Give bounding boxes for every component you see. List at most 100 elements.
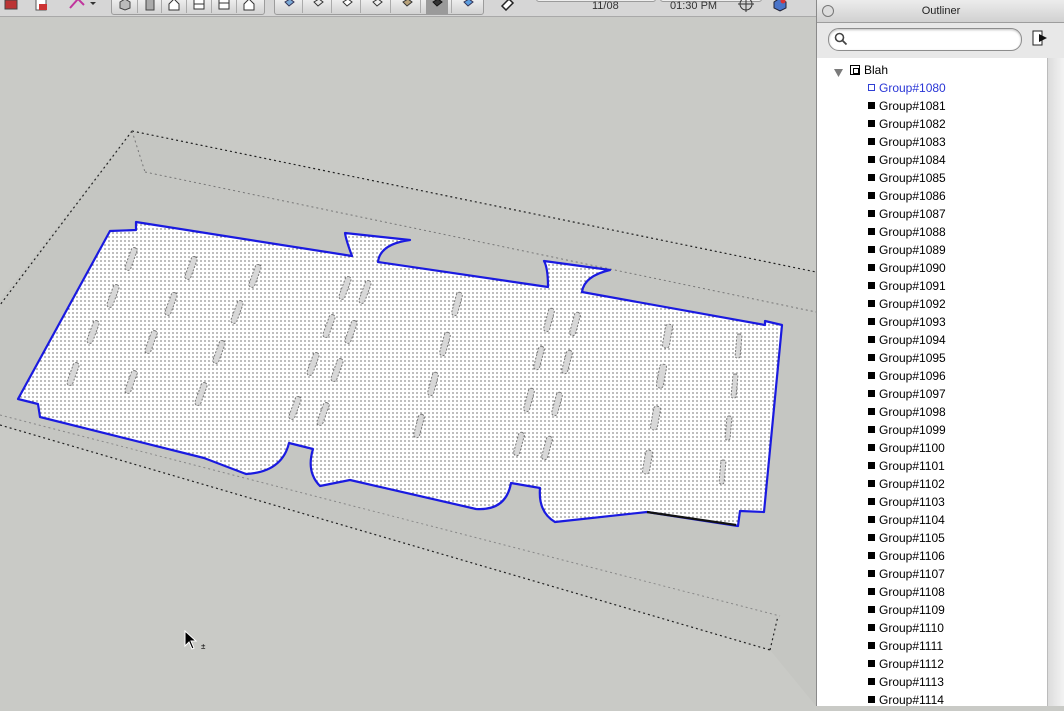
tree-group-row[interactable]: Group#1098 bbox=[817, 403, 1047, 421]
group-icon bbox=[868, 102, 875, 109]
wireframe-icon[interactable] bbox=[307, 0, 329, 14]
xray-face-icon[interactable] bbox=[457, 0, 479, 14]
shaded-textures-icon[interactable] bbox=[396, 0, 418, 14]
group-label: Group#1108 bbox=[879, 585, 945, 599]
tree-group-row[interactable]: Group#1109 bbox=[817, 601, 1047, 619]
model-viewport[interactable]: ± bbox=[0, 16, 817, 706]
group-icon bbox=[868, 498, 875, 505]
cursor-arrow-icon: ± bbox=[184, 629, 210, 657]
front-view-icon[interactable] bbox=[163, 0, 185, 14]
group-label: Group#1096 bbox=[879, 369, 946, 383]
tree-group-row[interactable]: Group#1094 bbox=[817, 331, 1047, 349]
tree-group-row[interactable]: Group#1114 bbox=[817, 691, 1047, 706]
outliner-scrollbar[interactable] bbox=[1047, 58, 1064, 706]
shadow-settings: 11/08 01:30 PM bbox=[536, 0, 808, 12]
group-icon bbox=[868, 390, 875, 397]
search-icon bbox=[834, 32, 848, 51]
tree-group-row[interactable]: Group#1101 bbox=[817, 457, 1047, 475]
tree-group-row[interactable]: Group#1080 bbox=[817, 79, 1047, 97]
tree-group-row[interactable]: Group#1108 bbox=[817, 583, 1047, 601]
tree-group-row[interactable]: Group#1102 bbox=[817, 475, 1047, 493]
tree-group-row[interactable]: Group#1085 bbox=[817, 169, 1047, 187]
group-icon bbox=[868, 678, 875, 685]
group-label: Group#1095 bbox=[879, 351, 946, 365]
model-canvas[interactable] bbox=[0, 16, 817, 706]
components-icon[interactable] bbox=[769, 0, 791, 14]
tree-group-row[interactable]: Group#1095 bbox=[817, 349, 1047, 367]
layers-icon[interactable] bbox=[0, 0, 22, 14]
group-icon bbox=[868, 408, 875, 415]
group-label: Group#1084 bbox=[879, 153, 946, 167]
back-view-icon[interactable] bbox=[213, 0, 235, 14]
tree-group-row[interactable]: Group#1081 bbox=[817, 97, 1047, 115]
page-red-icon[interactable] bbox=[30, 0, 52, 14]
tree-group-row[interactable]: Group#1092 bbox=[817, 295, 1047, 313]
tree-group-row[interactable]: Group#1097 bbox=[817, 385, 1047, 403]
group-label: Group#1090 bbox=[879, 261, 946, 275]
group-icon bbox=[868, 300, 875, 307]
tree-group-row[interactable]: Group#1084 bbox=[817, 151, 1047, 169]
group-label: Group#1085 bbox=[879, 171, 946, 185]
eraser-icon[interactable] bbox=[496, 0, 518, 14]
outliner-panel: Outliner Blah Group#1080 Group#1081 Group#… bbox=[816, 0, 1064, 706]
tree-group-row[interactable]: Group#1105 bbox=[817, 529, 1047, 547]
group-label: Group#1100 bbox=[879, 441, 945, 455]
tree-group-row[interactable]: Group#1083 bbox=[817, 133, 1047, 151]
group-icon bbox=[868, 264, 875, 271]
tree-group-row[interactable]: Group#1113 bbox=[817, 673, 1047, 691]
outliner-tree[interactable]: Blah Group#1080 Group#1081 Group#1082 Group… bbox=[817, 58, 1047, 706]
tree-group-row[interactable]: Group#1110 bbox=[817, 619, 1047, 637]
tree-group-row[interactable]: Group#1100 bbox=[817, 439, 1047, 457]
shaded-icon[interactable] bbox=[366, 0, 388, 14]
section-plane-dropdown[interactable] bbox=[66, 0, 98, 14]
monochrome-icon[interactable] bbox=[426, 0, 448, 14]
close-icon[interactable] bbox=[822, 5, 834, 17]
xray-icon[interactable] bbox=[278, 0, 300, 14]
tree-group-row[interactable]: Group#1111 bbox=[817, 637, 1047, 655]
group-icon bbox=[868, 480, 875, 487]
right-view-icon[interactable] bbox=[188, 0, 210, 14]
tree-group-row[interactable]: Group#1088 bbox=[817, 223, 1047, 241]
outliner-search-row bbox=[817, 23, 1064, 57]
group-label: Group#1109 bbox=[879, 603, 945, 617]
tree-group-row[interactable]: Group#1103 bbox=[817, 493, 1047, 511]
search-field[interactable] bbox=[828, 28, 1022, 51]
tree-group-row[interactable]: Group#1096 bbox=[817, 367, 1047, 385]
tree-group-row[interactable]: Group#1093 bbox=[817, 313, 1047, 331]
tree-group-row[interactable]: Group#1082 bbox=[817, 115, 1047, 133]
tree-group-row[interactable]: Group#1087 bbox=[817, 205, 1047, 223]
tree-group-row[interactable]: Group#1086 bbox=[817, 187, 1047, 205]
tree-root-row[interactable]: Blah bbox=[817, 61, 1037, 79]
search-input[interactable] bbox=[849, 31, 1017, 49]
group-icon bbox=[868, 516, 875, 523]
group-icon bbox=[868, 444, 875, 451]
group-label: Group#1102 bbox=[879, 477, 945, 491]
tree-group-row[interactable]: Group#1091 bbox=[817, 277, 1047, 295]
tree-group-row[interactable]: Group#1089 bbox=[817, 241, 1047, 259]
group-label: Group#1092 bbox=[879, 297, 946, 311]
tree-group-row[interactable]: Group#1112 bbox=[817, 655, 1047, 673]
hidden-line-icon[interactable] bbox=[336, 0, 358, 14]
group-icon bbox=[868, 246, 875, 253]
group-list: Group#1080 Group#1081 Group#1082 Group#1083… bbox=[817, 79, 1047, 706]
tree-group-row[interactable]: Group#1104 bbox=[817, 511, 1047, 529]
iso-view-icon[interactable] bbox=[114, 0, 136, 14]
tree-group-row[interactable]: Group#1107 bbox=[817, 565, 1047, 583]
toolbar: 11/08 01:30 PM bbox=[0, 0, 816, 17]
date-label: 11/08 bbox=[592, 0, 619, 12]
position-camera-icon[interactable] bbox=[735, 0, 757, 14]
tree-group-row[interactable]: Group#1090 bbox=[817, 259, 1047, 277]
tree-group-row[interactable]: Group#1106 bbox=[817, 547, 1047, 565]
outliner-titlebar[interactable]: Outliner bbox=[817, 0, 1064, 23]
group-label: Group#1093 bbox=[879, 315, 946, 329]
tree-group-row[interactable]: Group#1099 bbox=[817, 421, 1047, 439]
group-label: Group#1098 bbox=[879, 405, 946, 419]
group-label: Group#1091 bbox=[879, 279, 946, 293]
component-icon bbox=[850, 65, 860, 75]
top-view-icon[interactable] bbox=[139, 0, 161, 14]
left-view-icon[interactable] bbox=[238, 0, 260, 14]
group-icon bbox=[868, 138, 875, 145]
export-icon[interactable] bbox=[1031, 28, 1049, 48]
group-icon bbox=[868, 372, 875, 379]
group-label: Group#1103 bbox=[879, 495, 945, 509]
